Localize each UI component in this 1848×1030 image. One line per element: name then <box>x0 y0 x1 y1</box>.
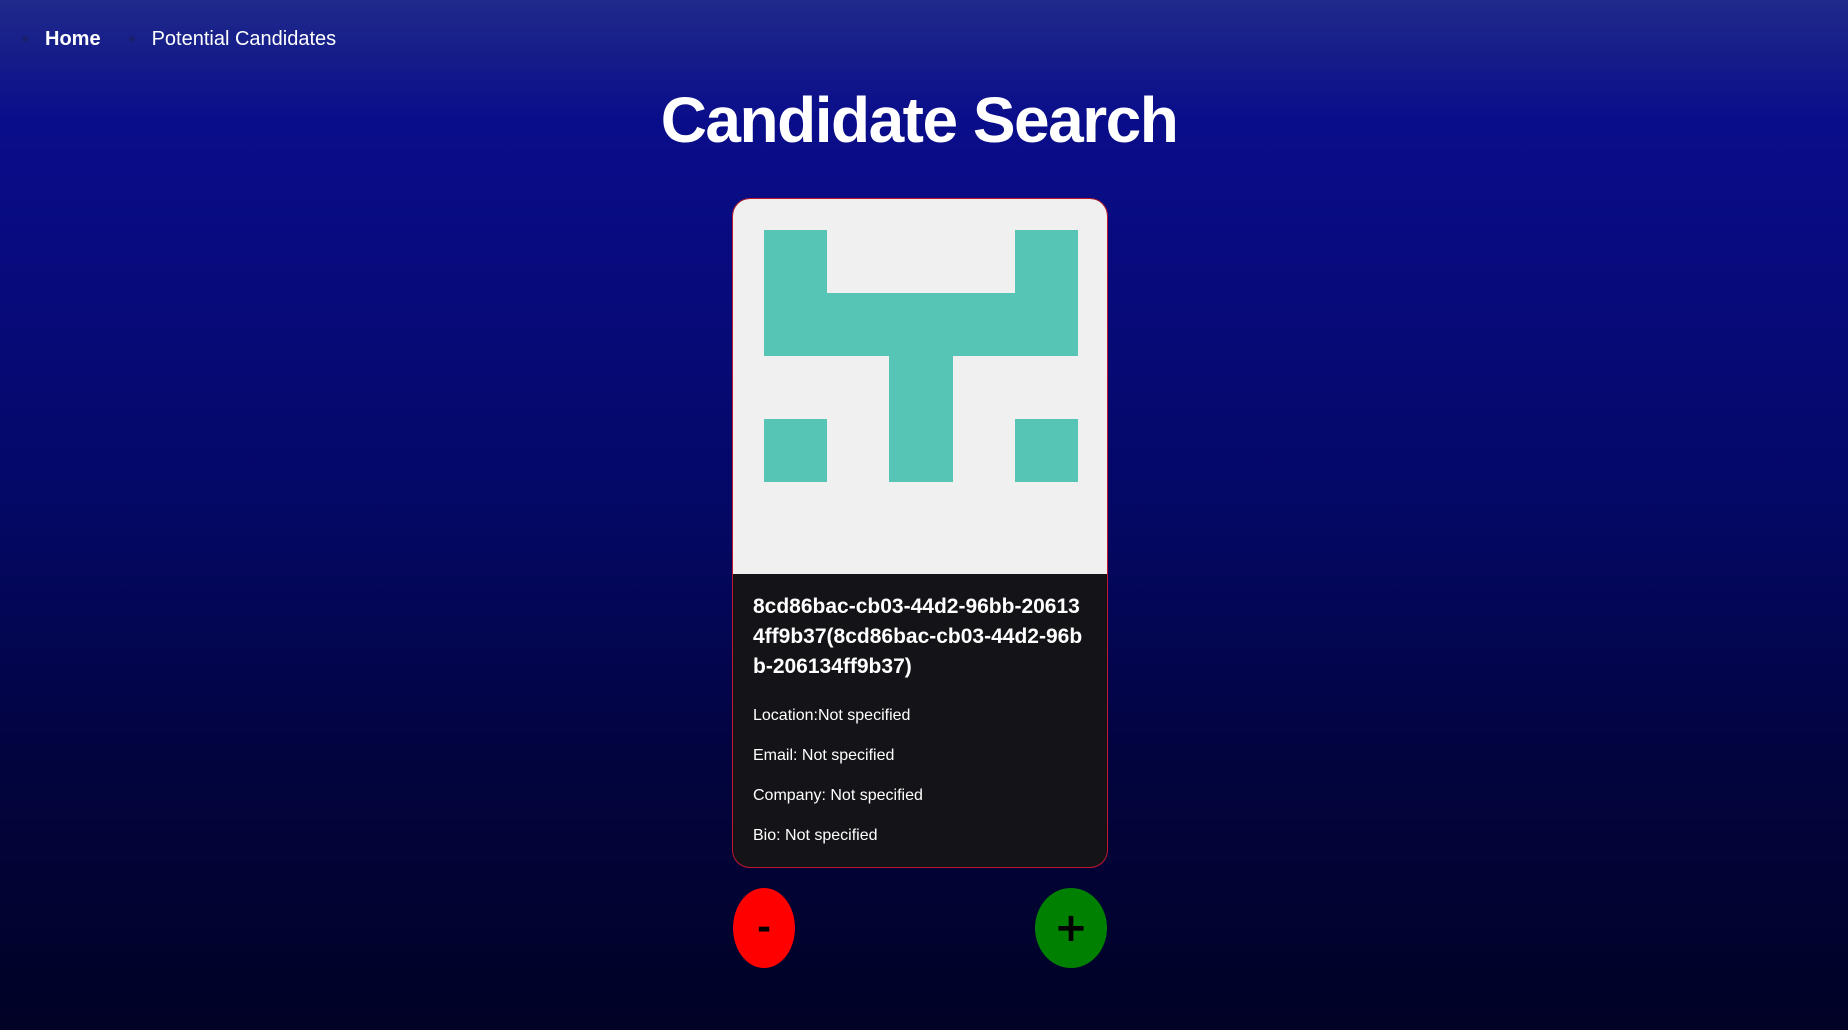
reject-candidate-button[interactable]: - <box>733 888 795 968</box>
candidate-avatar <box>733 199 1107 574</box>
nav-candidates-label: Potential Candidates <box>151 27 337 50</box>
identicon-avatar-icon <box>764 230 1078 482</box>
top-navigation: Home Potential Candidates <box>22 22 336 56</box>
nav-home-label: Home <box>45 27 101 50</box>
candidate-email: Email: Not specified <box>753 747 895 764</box>
nav-link-home[interactable]: Home <box>22 28 101 51</box>
candidate-company: Company: Not specified <box>753 787 923 804</box>
bullet-icon <box>22 36 28 42</box>
candidate-details: 8cd86bac-cb03-44d2-96bb-206134ff9b37(8cd… <box>733 574 1107 846</box>
candidate-bio: Bio: Not specified <box>753 827 878 844</box>
candidate-card: 8cd86bac-cb03-44d2-96bb-206134ff9b37(8cd… <box>732 198 1108 868</box>
candidate-name: 8cd86bac-cb03-44d2-96bb-206134ff9b37(8cd… <box>753 595 1083 678</box>
candidate-location: Location:Not specified <box>753 707 911 724</box>
page-title: Candidate Search <box>660 84 1179 156</box>
accept-candidate-button[interactable]: + <box>1035 888 1107 968</box>
nav-link-potential-candidates[interactable]: Potential Candidates <box>128 27 337 51</box>
bullet-icon <box>128 36 135 42</box>
